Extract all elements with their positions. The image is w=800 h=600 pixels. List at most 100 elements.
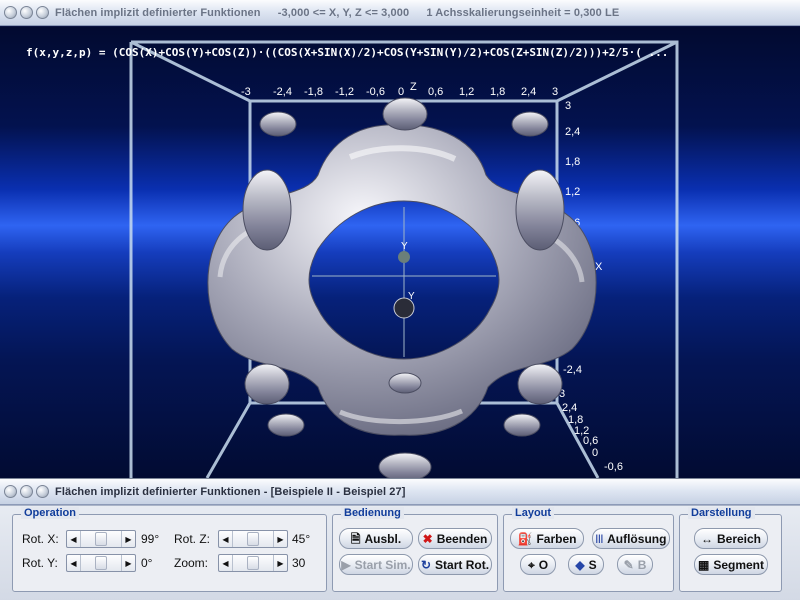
farben-button[interactable]: ⛽ Farben [510,528,584,549]
slider-thumb[interactable] [95,556,107,570]
maximize-window-icon[interactable] [36,6,49,19]
ausblenden-button[interactable]: 🗎 Ausbl. [339,528,413,549]
arrow-left-icon[interactable]: ◀ [219,531,233,547]
lower-tick: 2,4 [562,402,577,414]
brush-icon: ✎ [623,557,634,572]
group-darstellung: Darstellung ↔ Bereich ▦ Segment [679,507,782,592]
close-window-icon[interactable] [4,485,17,498]
z-tick: 1,8 [565,156,580,168]
grid-icon: ▦ [697,557,710,572]
range-icon: ↔ [700,531,713,546]
control-window-titlebar[interactable]: Flächen implizit definierter Funktionen … [0,479,800,505]
inner-axes [312,207,496,357]
start-sim-button[interactable]: ▶ Start Sim. [339,554,413,575]
origin-label: O [538,557,549,572]
x-tick: 2,4 [521,86,536,98]
bereich-button[interactable]: ↔ Bereich [694,528,768,549]
group-layout: Layout ⛽ Farben ||| Auflösung ⌖ O ◆ S ✎ … [503,507,674,592]
group-operation-title: Operation [21,507,79,519]
start-rot-button[interactable]: ↻ Start Rot. [418,554,492,575]
slider-thumb[interactable] [247,532,259,546]
rot-x-slider[interactable]: ◀ ▶ [66,530,136,548]
segment-button[interactable]: ▦ Segment [694,554,768,575]
b-label: B [637,557,647,572]
resolution-icon: ||| [595,533,604,543]
s-label: S [588,557,597,572]
aufloesung-button[interactable]: ||| Auflösung [592,528,670,549]
slider-thumb[interactable] [247,556,259,570]
close-window-icon[interactable] [4,6,17,19]
rotate-icon: ↻ [420,557,432,572]
title-part-scale: 1 Achsskalierungseinheit = 0,300 LE [426,6,620,19]
z-tick: 1,2 [565,186,580,198]
document-icon: 🗎 [350,531,361,546]
ausblenden-label: Ausbl. [364,531,402,546]
plot-window-title: Flächen implizit definierter Funktionen … [55,7,633,19]
x-tick: -1,8 [304,86,323,98]
lower-tick: -0,6 [604,461,623,473]
zoom-slider[interactable]: ◀ ▶ [218,554,288,572]
slider-thumb[interactable] [95,532,107,546]
3d-scene: -3 -2,4 -1,8 -1,2 -0,6 0 0,6 1,2 1,8 2,4… [129,40,679,478]
farben-label: Farben [536,531,577,546]
axis-origin-marker [398,251,410,263]
arrow-right-icon[interactable]: ▶ [273,531,287,547]
arrow-right-icon[interactable]: ▶ [121,555,135,571]
plot-window: Flächen implizit definierter Funktionen … [0,0,800,478]
crosshair-icon: ⌖ [527,557,535,572]
maximize-window-icon[interactable] [36,485,49,498]
lower-tick: 0 [592,447,598,459]
x-tick: 1,2 [459,86,474,98]
beenden-button[interactable]: ✖ Beenden [418,528,492,549]
control-panel: Operation Rot. X: ◀ ▶ 99° Rot. Y: ◀ ▶ 0°… [0,505,800,600]
3d-plot-area[interactable]: f(x,y,z,p) = (COS(X)+COS(Y)+COS(Z))·((CO… [0,27,800,478]
bereich-label: Bereich [716,531,762,546]
x-tick: -3 [241,86,251,98]
x-tick: -1,2 [335,86,354,98]
arrow-left-icon[interactable]: ◀ [219,555,233,571]
arrow-right-icon[interactable]: ▶ [121,531,135,547]
x-tick: -2,4 [273,86,292,98]
control-window-title: Flächen implizit definierter Funktionen … [55,485,406,498]
rot-x-value: 99° [141,532,160,546]
group-layout-title: Layout [512,507,555,519]
group-bedienung: Bedienung 🗎 Ausbl. ✖ Beenden ▶ Start Sim… [332,507,498,592]
title-part-range: -3,000 <= X, Y, Z <= 3,000 [277,6,410,19]
z-tick: 3 [565,100,571,112]
group-darstellung-title: Darstellung [688,507,755,519]
arrow-right-icon[interactable]: ▶ [273,555,287,571]
play-icon: ▶ [341,557,351,572]
z-tick: 2,4 [565,126,580,138]
control-window: Flächen implizit definierter Funktionen … [0,478,800,600]
title-part-name: Flächen implizit definierter Funktionen [55,6,261,19]
b-button[interactable]: ✎ B [617,554,653,575]
minimize-window-icon[interactable] [20,6,33,19]
x-tick: 1,8 [490,86,505,98]
x-tick: 0 [398,86,404,98]
rot-y-slider[interactable]: ◀ ▶ [66,554,136,572]
plot-window-titlebar[interactable]: Flächen implizit definierter Funktionen … [0,0,800,26]
x-tick: -0,6 [366,86,385,98]
rot-x-label: Rot. X: [22,532,59,546]
lower-tick: 0,6 [583,435,598,447]
origin-button[interactable]: ⌖ O [520,554,556,575]
eraser-icon: ◆ [575,557,585,572]
s-button[interactable]: ◆ S [568,554,604,575]
y-axis-label-lower: Y [408,291,415,302]
x-tick: 0,6 [428,86,443,98]
group-bedienung-title: Bedienung [341,507,404,519]
zoom-label: Zoom: [174,556,209,570]
rot-z-label: Rot. Z: [174,532,211,546]
rot-y-label: Rot. Y: [22,556,58,570]
y-axis-label-upper: Y [401,241,408,252]
rot-z-slider[interactable]: ◀ ▶ [218,530,288,548]
z-axis-label: Z [410,81,417,93]
zoom-value: 30 [292,556,306,570]
arrow-left-icon[interactable]: ◀ [67,531,81,547]
aufloesung-label: Auflösung [607,531,667,546]
start-rot-label: Start Rot. [435,557,490,572]
rot-z-value: 45° [292,532,311,546]
minimize-window-icon[interactable] [20,485,33,498]
arrow-left-icon[interactable]: ◀ [67,555,81,571]
paint-bucket-icon: ⛽ [517,531,533,546]
